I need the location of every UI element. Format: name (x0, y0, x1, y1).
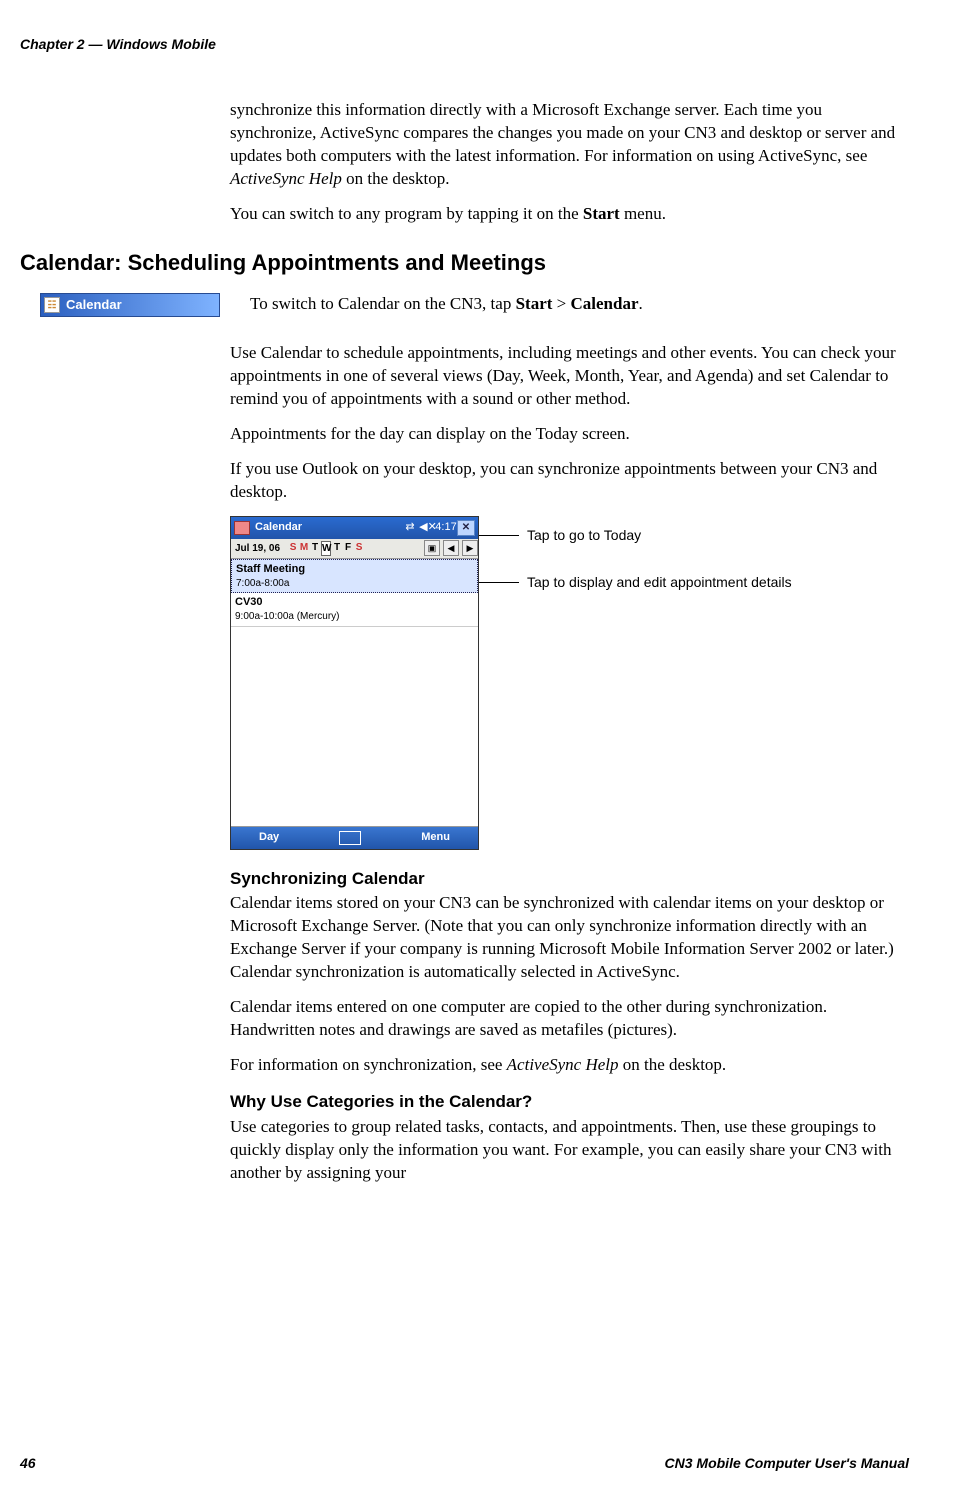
pda-screenshot: Calendar ⇄ ◀✕ 4:17 ✕ Jul 19, 06 S M T W (230, 516, 479, 850)
section-heading-calendar: Calendar: Scheduling Appointments and Me… (20, 248, 909, 278)
dow-mon: M (299, 541, 309, 557)
callout-text: Tap to go to Today (519, 526, 641, 545)
paragraph-sync-1: Calendar items stored on your CN3 can be… (230, 892, 910, 984)
calendar-icon: ☷ (44, 297, 60, 313)
paragraph-outlook-sync: If you use Outlook on your desktop, you … (230, 458, 910, 504)
dow-thu: T (332, 541, 342, 557)
running-head: Chapter 2 — Windows Mobile (20, 35, 909, 54)
paragraph-use-calendar: Use Calendar to schedule appointments, i… (230, 342, 910, 411)
text: You can switch to any program by tapping… (230, 204, 583, 223)
dow-tue: T (310, 541, 320, 557)
text: synchronize this information directly wi… (230, 100, 895, 165)
paragraph-sync-3: For information on synchronization, see … (230, 1054, 910, 1077)
appointment-time: 9:00a-10:00a (Mercury) (235, 610, 474, 624)
next-day-button: ▶ (462, 540, 478, 556)
volume-icon: ◀✕ (421, 521, 435, 535)
callout-details: Tap to display and edit appointment deta… (479, 573, 792, 592)
day-of-week-strip: S M T W T F S (288, 541, 364, 557)
text: . (639, 294, 643, 313)
appointment-staff-meeting: Staff Meeting 7:00a-8:00a (231, 559, 478, 593)
pda-date: Jul 19, 06 (231, 542, 284, 556)
pda-tray: ⇄ ◀✕ 4:17 (403, 521, 453, 535)
text: > (552, 294, 570, 313)
text: menu. (620, 204, 666, 223)
appointment-cv30: CV30 9:00a-10:00a (Mercury) (231, 593, 478, 626)
today-button: ▣ (424, 540, 440, 556)
calendar-chip-label: Calendar (66, 296, 122, 314)
start-bold: Start (583, 204, 620, 223)
dow-sat: S (354, 541, 364, 557)
page-number: 46 (20, 1454, 36, 1473)
start-bold: Start (516, 294, 553, 313)
close-icon: ✕ (457, 520, 475, 536)
prev-day-button: ◀ (443, 540, 459, 556)
dow-wed: W (321, 541, 331, 557)
dow-fri: F (343, 541, 353, 557)
pda-title-bar: Calendar ⇄ ◀✕ 4:17 ✕ (231, 517, 478, 539)
keyboard-icon (339, 831, 361, 845)
pda-date-bar: Jul 19, 06 S M T W T F S ▣ ◀ ▶ (231, 539, 478, 559)
book-title: CN3 Mobile Computer User's Manual (665, 1454, 909, 1473)
activesync-help-ref: ActiveSync Help (230, 169, 342, 188)
text: To switch to Calendar on the CN3, tap (250, 294, 516, 313)
pda-soft-key-bar: Day Menu (231, 827, 478, 849)
calendar-bold: Calendar (571, 294, 639, 313)
switch-instruction: To switch to Calendar on the CN3, tap St… (250, 293, 909, 316)
pda-app-title: Calendar (255, 520, 403, 535)
page-footer: 46 CN3 Mobile Computer User's Manual (20, 1454, 909, 1473)
callouts: Tap to go to Today Tap to display and ed… (479, 516, 792, 592)
appointment-time: 7:00a-8:00a (236, 577, 473, 591)
paragraph-sync-intro: synchronize this information directly wi… (230, 99, 910, 191)
heading-sync-calendar: Synchronizing Calendar (230, 868, 910, 891)
text: on the desktop. (342, 169, 450, 188)
calendar-screenshot-row: Calendar ⇄ ◀✕ 4:17 ✕ Jul 19, 06 S M T W (230, 516, 910, 850)
text: For information on synchronization, see (230, 1055, 507, 1074)
heading-why-categories: Why Use Categories in the Calendar? (230, 1091, 910, 1114)
paragraph-start-menu: You can switch to any program by tapping… (230, 203, 910, 226)
soft-key-day: Day (259, 830, 279, 845)
start-flag-icon (234, 521, 250, 535)
soft-key-menu: Menu (421, 830, 450, 845)
callout-today: Tap to go to Today (479, 526, 792, 545)
paragraph-sync-2: Calendar items entered on one computer a… (230, 996, 910, 1042)
pda-empty-area (231, 627, 478, 827)
paragraph-why-categories: Use categories to group related tasks, c… (230, 1116, 910, 1185)
sync-icon: ⇄ (403, 521, 417, 535)
clock-text: 4:17 (439, 521, 453, 535)
activesync-help-ref: ActiveSync Help (507, 1055, 619, 1074)
dow-sun: S (288, 541, 298, 557)
callout-text: Tap to display and edit appointment deta… (519, 573, 792, 592)
calendar-menu-chip: ☷ Calendar (40, 293, 220, 317)
appointment-title: Staff Meeting (236, 562, 473, 577)
paragraph-today-screen: Appointments for the day can display on … (230, 423, 910, 446)
text: on the desktop. (619, 1055, 727, 1074)
appointment-title: CV30 (235, 595, 474, 610)
